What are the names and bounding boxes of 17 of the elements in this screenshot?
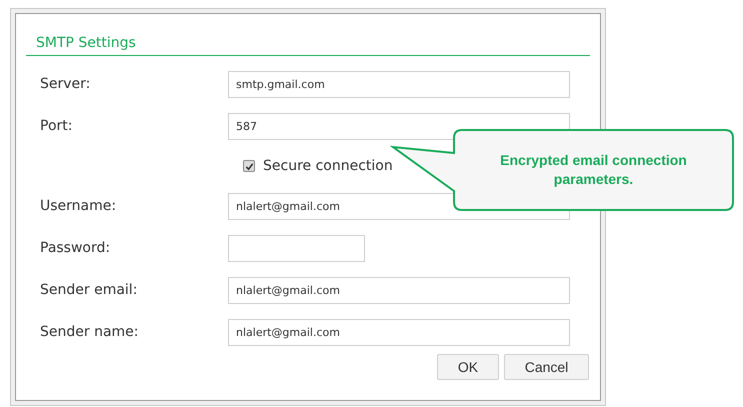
- field-label: Port:: [40, 116, 74, 136]
- field-label: Sender name:: [40, 322, 140, 342]
- field-label: Password:: [40, 238, 112, 258]
- input-field[interactable]: [228, 234, 365, 262]
- callout-text: Encrypted email connection parameters.: [499, 151, 688, 189]
- input-field[interactable]: smtp.gmail.com: [228, 70, 570, 98]
- dialog-button[interactable]: Cancel: [504, 354, 589, 380]
- field-label: Username:: [40, 196, 118, 216]
- dialog-button[interactable]: OK: [437, 354, 499, 380]
- field-label: Server:: [40, 74, 92, 94]
- secure-checkbox[interactable]: [243, 160, 255, 172]
- checkbox-label: Secure connection: [263, 156, 393, 176]
- input-field[interactable]: nlalert@gmail.com: [228, 318, 570, 346]
- field-label: Sender email:: [40, 280, 138, 300]
- section-title: SMTP Settings: [36, 35, 136, 51]
- input-field[interactable]: nlalert@gmail.com: [228, 276, 570, 304]
- checkmark-icon: [244, 162, 254, 170]
